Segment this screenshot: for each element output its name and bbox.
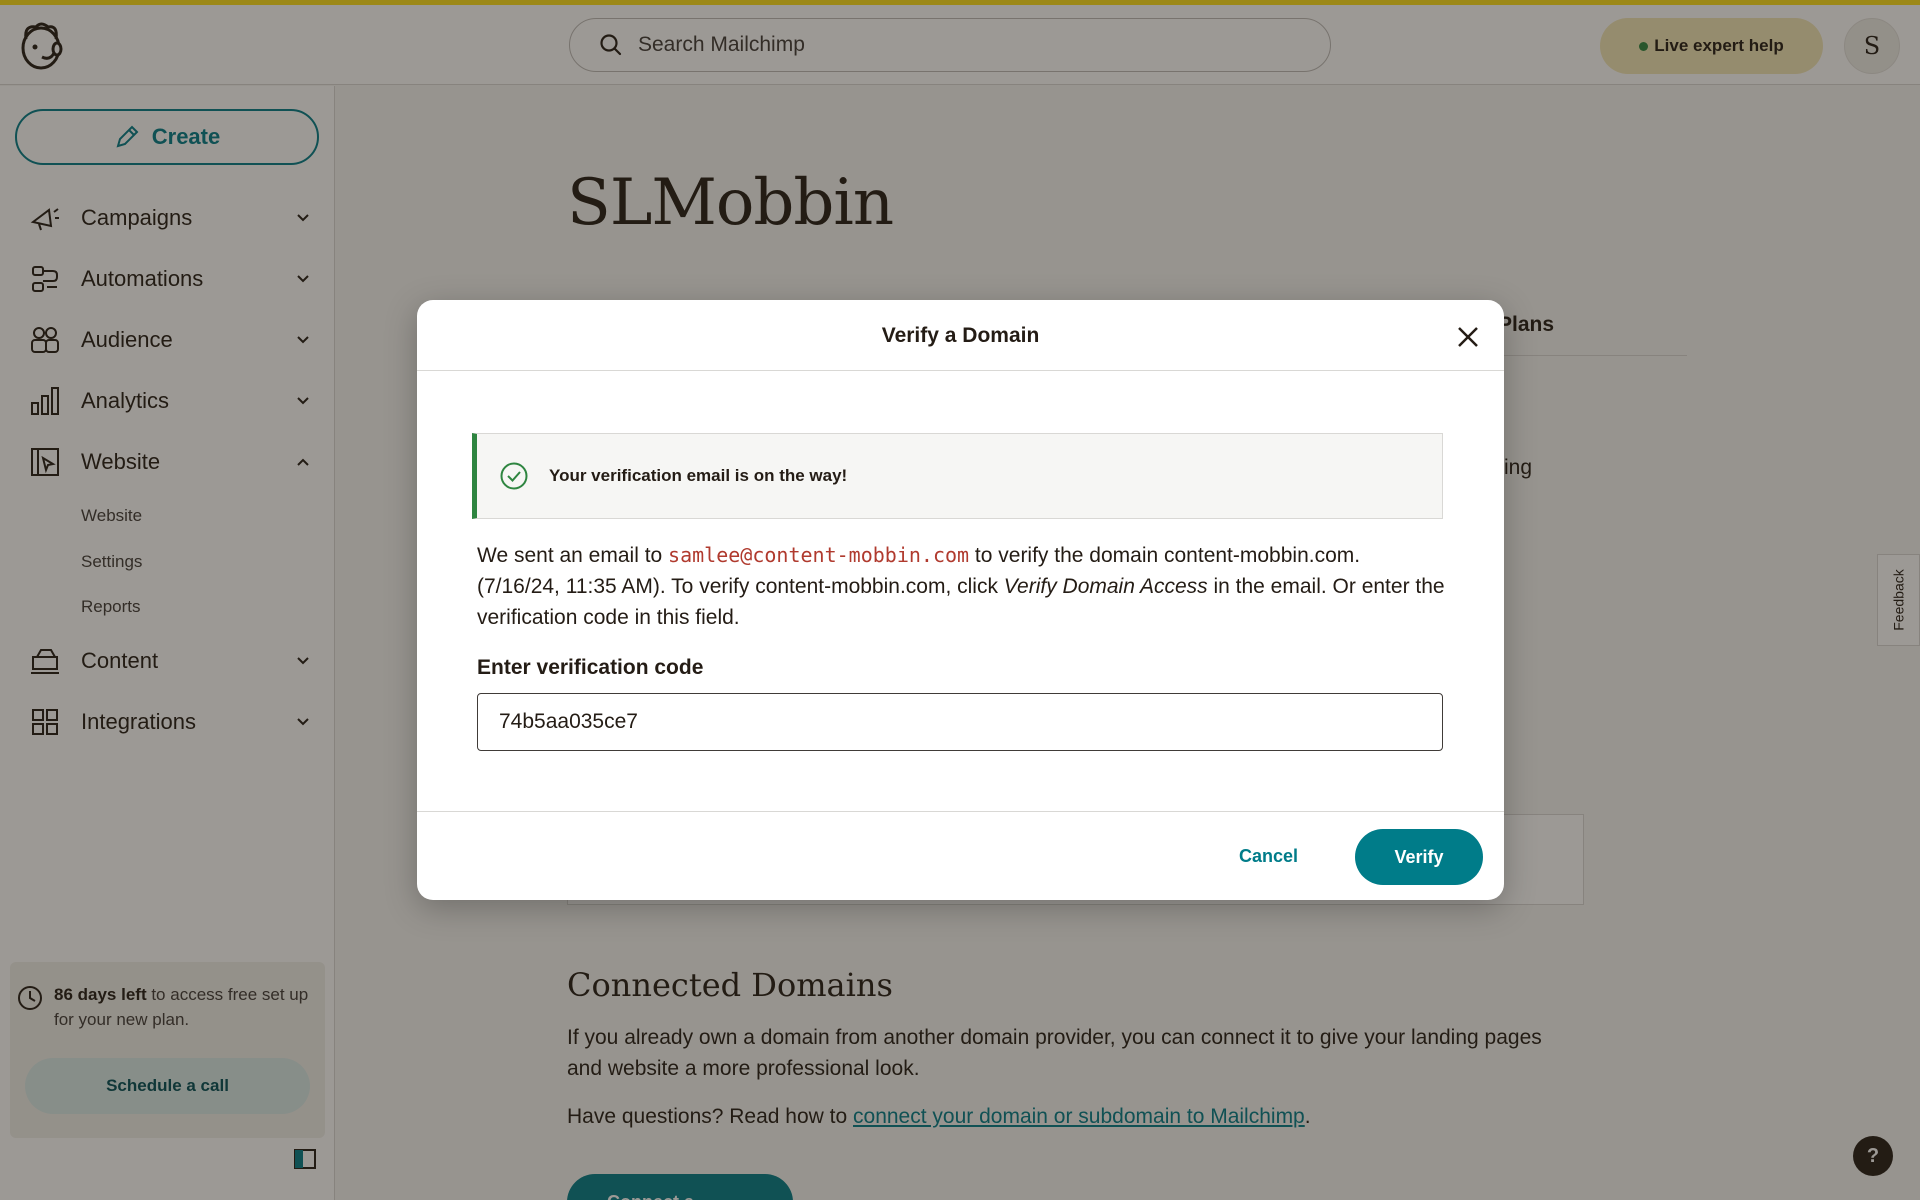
- success-alert: Your verification email is on the way!: [472, 433, 1443, 519]
- verify-button[interactable]: Verify: [1355, 829, 1483, 885]
- verification-code-label: Enter verification code: [477, 656, 704, 679]
- close-icon[interactable]: [1453, 322, 1483, 352]
- check-circle-icon: [500, 462, 528, 490]
- verify-domain-modal: Verify a Domain Your verification email …: [417, 300, 1504, 900]
- body-text-1: We sent an email to: [477, 544, 669, 567]
- email-address: samlee@content-mobbin.com: [668, 543, 970, 567]
- modal-header: Verify a Domain: [417, 300, 1504, 371]
- modal-footer-divider: [417, 811, 1504, 812]
- alert-message: Your verification email is on the way!: [549, 466, 848, 485]
- modal-body-text: We sent an email to samlee@content-mobbi…: [477, 540, 1447, 633]
- verify-access-emphasis: Verify Domain Access: [1003, 575, 1208, 598]
- cancel-button[interactable]: Cancel: [1239, 846, 1298, 867]
- modal-title: Verify a Domain: [881, 324, 1040, 347]
- verification-code-input[interactable]: [477, 693, 1443, 751]
